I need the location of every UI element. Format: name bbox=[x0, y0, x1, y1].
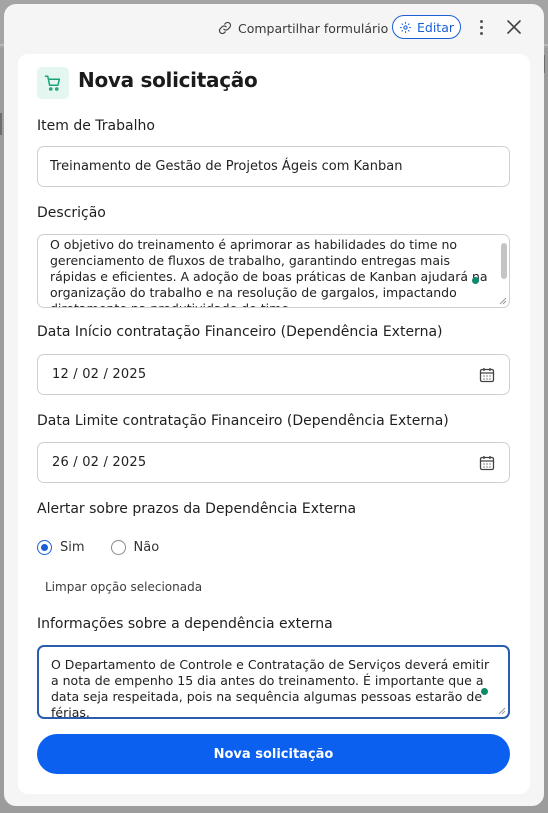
info-label: Informações sobre a dependência externa bbox=[37, 616, 333, 632]
info-textarea[interactable]: O Departamento de Controle e Contratação… bbox=[37, 645, 510, 719]
calendar-icon[interactable] bbox=[479, 367, 495, 383]
end-date-input[interactable]: 26 / 02 / 2025 bbox=[37, 442, 510, 483]
item-input[interactable]: Treinamento de Gestão de Projetos Ágeis … bbox=[37, 146, 510, 187]
edit-label: Editar bbox=[416, 19, 454, 35]
end-date-value: 26 / 02 / 2025 bbox=[52, 455, 147, 470]
page-title: Nova solicitação bbox=[78, 68, 258, 92]
description-value: O objetivo do treinamento é aprimorar as… bbox=[50, 237, 488, 307]
share-form-link[interactable]: Compartilhar formulário bbox=[218, 18, 388, 38]
description-label: Descrição bbox=[37, 205, 106, 221]
title-badge bbox=[37, 67, 69, 99]
radio-yes[interactable] bbox=[37, 540, 52, 555]
gear-icon bbox=[400, 21, 411, 33]
radio-no-label[interactable]: Não bbox=[134, 540, 160, 555]
edit-button[interactable]: Editar bbox=[392, 15, 461, 39]
kebab-icon[interactable] bbox=[474, 16, 488, 38]
submit-button[interactable]: Nova solicitação bbox=[37, 734, 510, 774]
share-form-label: Compartilhar formulário bbox=[238, 20, 389, 36]
alert-radio-group: Sim Não bbox=[37, 540, 159, 555]
resize-handle-icon[interactable] bbox=[499, 297, 507, 305]
start-date-label: Data Início contratação Financeiro (Depe… bbox=[37, 324, 443, 340]
description-scrollbar[interactable] bbox=[501, 243, 507, 279]
item-label: Item de Trabalho bbox=[37, 118, 155, 134]
cart-icon bbox=[44, 75, 61, 91]
info-value: O Departamento de Controle e Contratação… bbox=[51, 657, 490, 719]
start-date-value: 12 / 02 / 2025 bbox=[52, 367, 147, 382]
grammar-indicator-icon[interactable] bbox=[472, 277, 479, 284]
alert-label: Alertar sobre prazos da Dependência Exte… bbox=[37, 501, 357, 517]
grammar-indicator-icon[interactable] bbox=[481, 688, 488, 695]
link-icon bbox=[218, 21, 232, 35]
resize-handle-icon[interactable] bbox=[498, 707, 506, 715]
description-textarea[interactable]: O objetivo do treinamento é aprimorar as… bbox=[37, 234, 510, 308]
start-date-input[interactable]: 12 / 02 / 2025 bbox=[37, 354, 510, 395]
close-icon[interactable] bbox=[504, 17, 524, 37]
clear-selection-link[interactable]: Limpar opção selecionada bbox=[45, 580, 202, 594]
radio-no[interactable] bbox=[110, 540, 126, 555]
calendar-icon[interactable] bbox=[479, 455, 495, 471]
radio-yes-label[interactable]: Sim bbox=[60, 540, 85, 555]
item-value: Treinamento de Gestão de Projetos Ágeis … bbox=[50, 159, 403, 174]
end-date-label: Data Limite contratação Financeiro (Depe… bbox=[37, 413, 449, 429]
request-modal: Compartilhar formulário Editar Nova soli… bbox=[4, 4, 544, 806]
